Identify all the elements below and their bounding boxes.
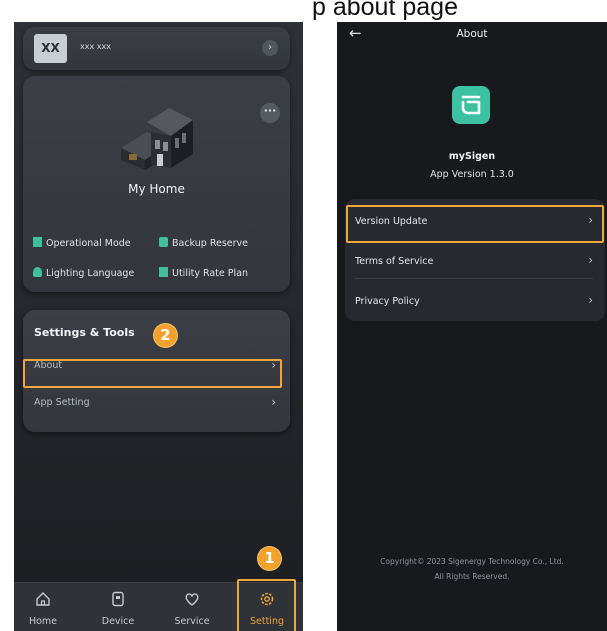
lighting-icon [33, 267, 42, 277]
highlight-version-update [346, 205, 604, 243]
home-title: My Home [128, 182, 185, 196]
settings-screen: XX xxx xxx › ··· My Home Operational Mod… [14, 22, 303, 631]
list-item-terms-of-service[interactable]: Terms of Service › [345, 239, 605, 279]
step-badge-1: 1 [258, 547, 281, 570]
chevron-right-icon: › [588, 253, 593, 267]
about-screen: ← About mySigen App Version 1.3.0 Versio… [337, 22, 607, 631]
more-options-icon[interactable]: ··· [260, 103, 280, 123]
profile-name: xxx xxx [80, 42, 111, 51]
app-logo [452, 86, 490, 124]
section-title: Settings & Tools [34, 326, 135, 339]
feature-lighting-language[interactable]: Lighting Language [33, 267, 134, 279]
house-illustration [121, 108, 193, 170]
feature-utility-rate-plan[interactable]: Utility Rate Plan [159, 267, 248, 279]
profile-card[interactable]: XX xxx xxx › [23, 27, 290, 70]
home-card[interactable]: ··· My Home Operational Mode Backup Rese… [23, 76, 290, 292]
avatar: XX [34, 34, 67, 63]
copyright-text: Copyright© 2023 Sigenergy Technology Co.… [380, 557, 564, 581]
chevron-right-icon: › [271, 395, 276, 409]
feature-operational-mode[interactable]: Operational Mode [33, 237, 131, 249]
chevron-right-icon[interactable]: › [262, 40, 278, 56]
app-version: App Version 1.3.0 [430, 169, 514, 180]
step-badge-2: 2 [154, 324, 177, 347]
app-name: mySigen [448, 151, 496, 162]
highlight-about [23, 359, 282, 388]
nav-service[interactable]: Service [162, 583, 222, 631]
backup-reserve-icon [159, 237, 168, 247]
list-item-app-setting[interactable]: App Setting › [23, 387, 290, 421]
nav-device[interactable]: Device [88, 583, 148, 631]
home-icon [36, 592, 50, 606]
nav-home[interactable]: Home [14, 583, 73, 631]
list-item-privacy-policy[interactable]: Privacy Policy › [345, 279, 605, 319]
service-icon [185, 593, 199, 606]
caption-text: p about page [312, 0, 458, 21]
device-icon [112, 591, 124, 607]
utility-rate-icon [159, 267, 168, 277]
chevron-right-icon: › [588, 293, 593, 307]
page-title: About [456, 28, 488, 40]
highlight-setting [237, 579, 296, 631]
operational-mode-icon [33, 237, 42, 247]
feature-backup-reserve[interactable]: Backup Reserve [159, 237, 248, 249]
app-logo-icon [461, 95, 481, 115]
